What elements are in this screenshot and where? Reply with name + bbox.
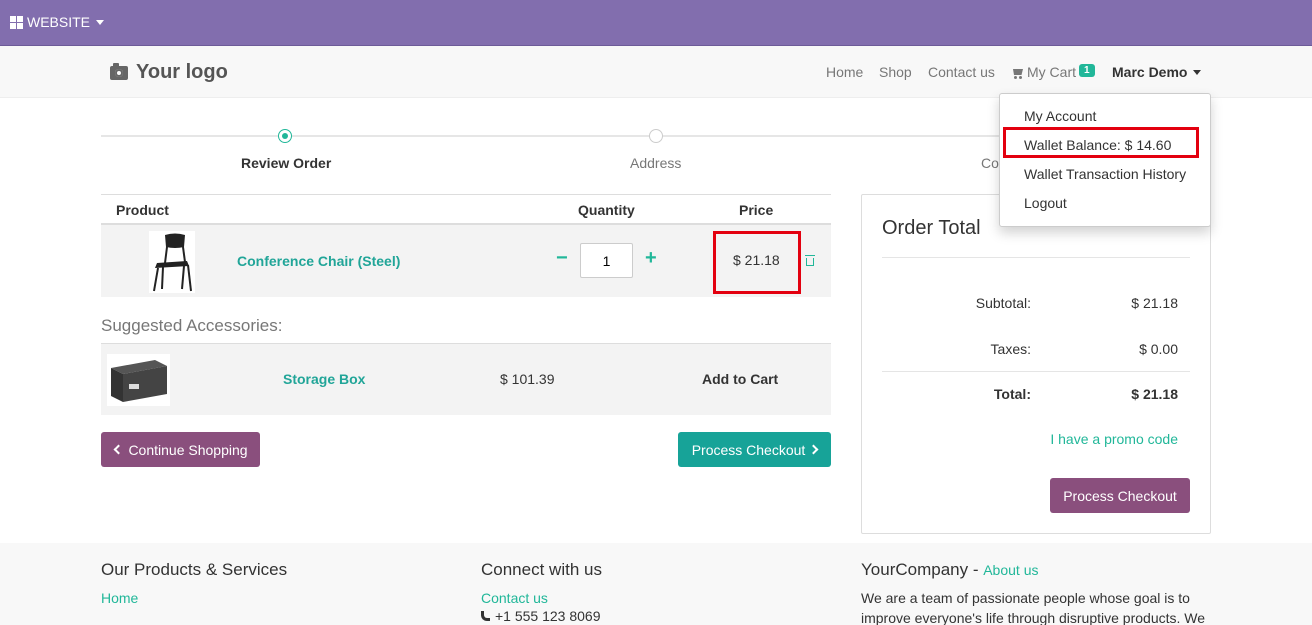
chevron-left-icon [113, 444, 124, 455]
trash-icon[interactable] [805, 255, 815, 266]
conference-chair-image [149, 231, 195, 293]
divider [882, 257, 1190, 258]
process-checkout-button-secondary[interactable]: Process Checkout [1050, 478, 1190, 513]
footer-company-title: YourCompany - About us [861, 560, 1211, 580]
header-quantity: Quantity [578, 202, 635, 218]
cart-count-badge: 1 [1079, 64, 1095, 77]
nav-contact-link[interactable]: Contact us [928, 64, 995, 80]
footer-connect-title: Connect with us [481, 560, 602, 579]
shopping-cart-icon [1011, 68, 1024, 79]
subtotal-value: $ 21.18 [1131, 295, 1178, 311]
website-menu-button[interactable]: WEBSITE [10, 14, 105, 30]
quantity-increase-button[interactable]: + [645, 248, 657, 268]
site-footer: Our Products & Services Home Connect wit… [0, 543, 1312, 625]
process-checkout-label: Process Checkout [691, 441, 806, 458]
footer-phone-number: +1 555 123 8069 [495, 608, 601, 624]
nav-shop-link[interactable]: Shop [879, 64, 912, 80]
title-separator: - [968, 560, 984, 579]
taxes-value: $ 0.00 [1139, 341, 1178, 357]
company-name: YourCompany [861, 560, 969, 579]
caret-down-icon [1193, 69, 1202, 75]
footer-home-link[interactable]: Home [101, 590, 287, 606]
header-product: Product [116, 202, 169, 218]
menu-item-wallet-history[interactable]: Wallet Transaction History [1000, 164, 1210, 193]
product-link-conference-chair[interactable]: Conference Chair (Steel) [237, 253, 400, 269]
site-navbar: Your logo Home Shop Contact us My Cart 1 … [0, 46, 1312, 98]
step-address: Address [630, 155, 682, 171]
taxes-label: Taxes: [990, 341, 1031, 357]
accessory-price: $ 101.39 [500, 371, 555, 387]
step-review-order: Review Order [241, 155, 332, 171]
continue-shopping-button[interactable]: Continue Shopping [101, 432, 260, 467]
continue-shopping-label: Continue Shopping [128, 441, 248, 458]
nav-my-cart-link[interactable]: My Cart 1 [1011, 64, 1095, 80]
user-menu-toggle[interactable]: Marc Demo [1112, 64, 1202, 80]
accessory-link-storage-box[interactable]: Storage Box [283, 371, 365, 387]
cart-table-header: Product Quantity Price [101, 194, 831, 225]
website-menu-label: WEBSITE [27, 14, 91, 30]
company-text-line: improve everyone's life through disrupti… [861, 610, 1206, 625]
total-label: Total: [993, 386, 1031, 402]
storage-box-image [107, 354, 170, 406]
quantity-decrease-button[interactable]: − [556, 248, 568, 268]
subtotal-label: Subtotal: [975, 295, 1031, 311]
logo-text: Your logo [136, 61, 228, 83]
step-dot-address [649, 129, 663, 143]
add-to-cart-button[interactable]: Add to Cart [702, 371, 778, 387]
caret-down-icon [96, 19, 105, 25]
promo-code-link[interactable]: I have a promo code [1050, 431, 1178, 447]
camera-icon [110, 62, 128, 80]
accessory-row: Storage Box $ 101.39 Add to Cart [101, 343, 831, 415]
wallet-balance-highlight [1003, 127, 1199, 158]
footer-about-link[interactable]: About us [983, 562, 1038, 578]
footer-connect-column: Connect with us Contact us +1 555 123 80… [481, 560, 602, 625]
footer-products-title: Our Products & Services [101, 560, 288, 579]
user-name: Marc Demo [1112, 64, 1188, 80]
phone-icon [481, 611, 490, 621]
total-value: $ 21.18 [1131, 386, 1178, 402]
nav-home-link[interactable]: Home [826, 64, 863, 80]
company-text-line: We are a team of passionate people whose… [861, 590, 1190, 606]
footer-contact-link[interactable]: Contact us [481, 590, 602, 606]
process-checkout-label: Process Checkout [1063, 487, 1177, 504]
footer-company-text: We are a team of passionate people whose… [861, 588, 1211, 625]
price-highlight [713, 231, 801, 294]
chevron-right-icon [808, 444, 819, 455]
footer-products-column: Our Products & Services Home [101, 560, 287, 606]
order-total-title: Order Total [882, 217, 981, 239]
step-dot-review [278, 129, 292, 143]
order-total-panel: Order Total Subtotal: $ 21.18 Taxes: $ 0… [861, 194, 1211, 534]
grid-icon [10, 15, 23, 29]
header-price: Price [739, 202, 774, 218]
site-logo[interactable]: Your logo [110, 61, 228, 84]
step-confirm: Co [981, 155, 999, 171]
divider [882, 371, 1190, 372]
website-admin-bar: WEBSITE [0, 0, 1312, 46]
process-checkout-button[interactable]: Process Checkout [678, 432, 831, 467]
user-dropdown-menu: My Account Wallet Balance: $ 14.60 Walle… [999, 93, 1211, 227]
footer-phone: +1 555 123 8069 [481, 606, 602, 625]
menu-item-logout[interactable]: Logout [1000, 193, 1210, 222]
footer-company-column: YourCompany - About us We are a team of … [861, 560, 1211, 625]
suggested-accessories-title: Suggested Accessories: [101, 316, 283, 335]
cart-label: My Cart [1027, 64, 1076, 80]
quantity-input[interactable] [580, 243, 633, 278]
